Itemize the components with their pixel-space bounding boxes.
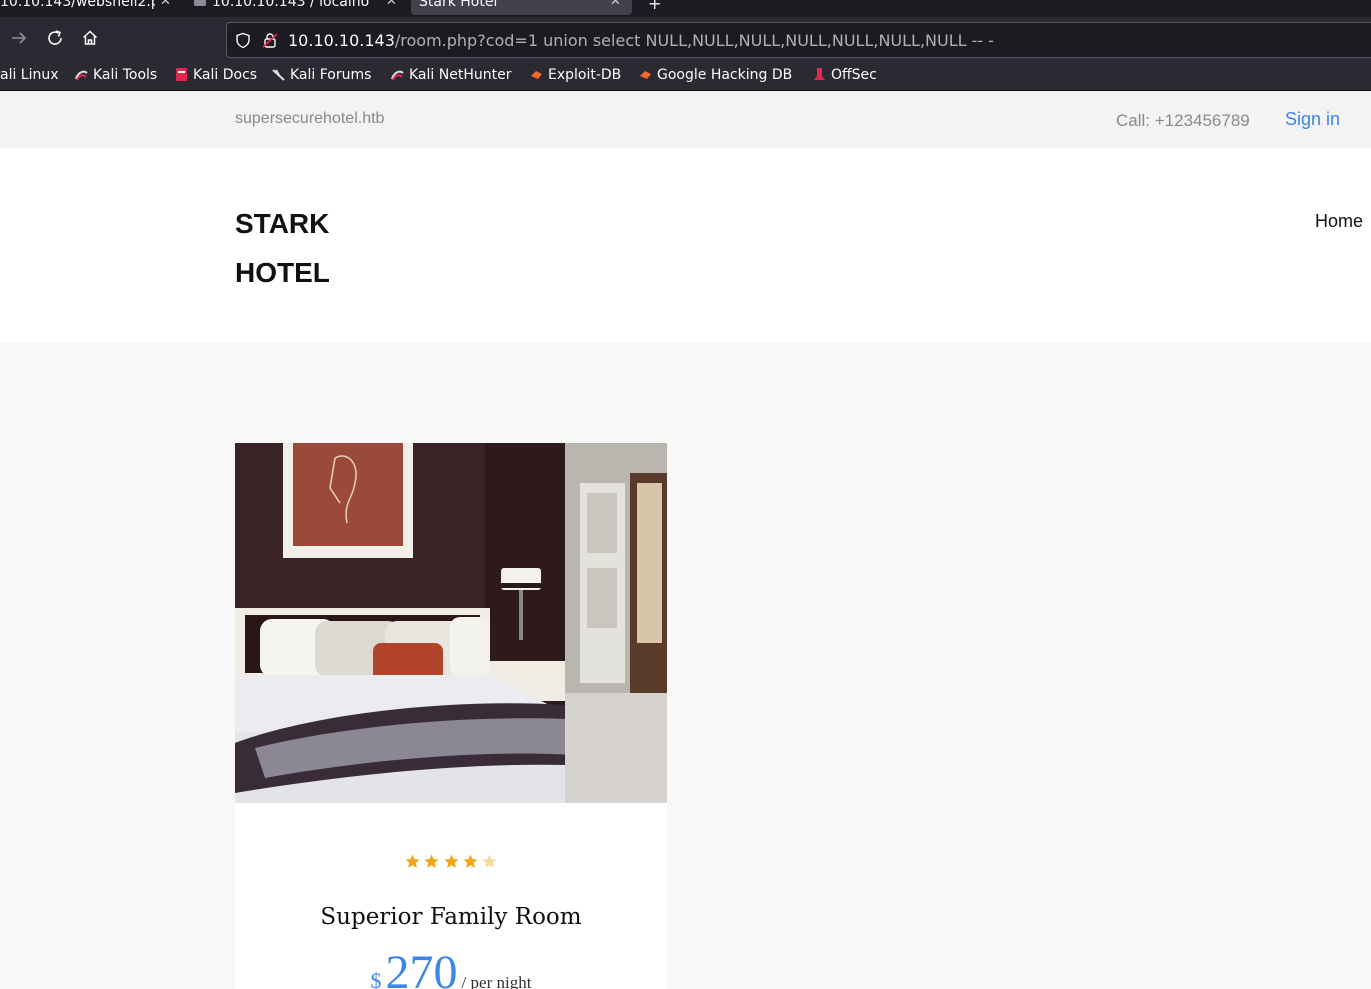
kali-docs-icon [176,68,187,81]
tab-title: 10.10.143/webshell2.p [0,0,155,9]
room-name[interactable]: Superior Family Room [235,904,667,930]
bookmark-google-hacking-db[interactable]: Google Hacking DB [639,67,792,83]
reload-icon[interactable] [44,29,66,51]
kali-icon [391,70,404,81]
tab-title: 10.10.10.143 / localho [212,0,370,9]
close-tab-icon[interactable]: ✕ [386,0,397,9]
browser-tab-bar: 10.10.143/webshell2.p ✕ 10.10.10.143 / l… [0,0,1371,17]
browser-tab-1[interactable]: 10.10.143/webshell2.p ✕ [0,0,180,15]
price-currency: $ [370,968,382,989]
room-photo[interactable] [235,443,667,803]
phpmyadmin-favicon-icon [194,0,206,6]
price-amount: 270 [385,946,458,989]
star-filled-icon [424,854,439,868]
bookmark-kali-forums[interactable]: Kali Forums [272,67,371,83]
price-period: / per night [461,973,532,989]
tracking-protection-shield-icon[interactable] [235,32,251,49]
star-rating [235,853,667,875]
bookmark-label: Exploit-DB [548,67,622,83]
bookmark-kali-tools[interactable]: Kali Tools [75,67,157,83]
new-tab-button[interactable]: + [648,0,661,13]
site-header: STARK HOTEL Home [0,148,1371,342]
exploitdb-icon [531,71,542,79]
forward-icon[interactable] [8,29,30,51]
sign-in-link[interactable]: Sign in [1285,109,1340,130]
bookmark-label: ali Linux [0,67,59,83]
url-path: /room.php?cod=1 union select NULL,NULL,N… [394,31,995,50]
nav-home-link[interactable]: Home [1315,211,1363,232]
bookmark-kali-docs[interactable]: Kali Docs [175,67,257,83]
kali-icon [75,70,88,81]
star-filled-icon [443,854,459,868]
bookmark-kali-linux[interactable]: ali Linux [0,67,59,83]
bookmark-label: Kali Docs [193,67,258,83]
exploitdb-icon [640,71,651,79]
site-domain: supersecurehotel.htb [235,110,385,127]
bookmark-kali-nethunter[interactable]: Kali NetHunter [391,67,511,83]
room-price: $ 270 / per night [235,945,667,989]
star-empty-icon [482,854,497,868]
site-logo[interactable]: STARK HOTEL [235,199,330,297]
tab-title: Stark Hotel [419,0,498,9]
logo-line-2: HOTEL [235,257,330,288]
offsec-icon [814,68,825,80]
bookmark-offsec[interactable]: OffSec [813,67,877,83]
browser-toolbar: 10.10.10.143/room.php?cod=1 union select… [0,17,1371,62]
browser-tab-3-active[interactable]: Stark Hotel ✕ [411,0,632,15]
logo-line-1: STARK [235,208,330,239]
url-host: 10.10.10.143 [288,31,395,50]
close-tab-icon[interactable]: ✕ [610,0,621,9]
address-bar[interactable]: 10.10.10.143/room.php?cod=1 union select… [226,22,1371,58]
home-icon[interactable] [79,29,101,51]
star-filled-icon [405,854,420,868]
kali-forums-icon [272,69,285,81]
bookmark-label: Kali Forums [290,67,372,83]
url-text[interactable]: 10.10.10.143/room.php?cod=1 union select… [288,31,994,50]
bookmark-label: Kali Tools [93,67,158,83]
bookmark-label: Kali NetHunter [409,67,512,83]
bookmarks-toolbar: ali Linux Kali Tools Kali Docs Kali Foru… [0,62,1371,91]
close-tab-icon[interactable]: ✕ [160,0,171,9]
bookmark-label: OffSec [831,67,877,83]
bookmark-label: Google Hacking DB [657,67,793,83]
call-number: Call: +123456789 [1116,111,1250,130]
browser-tab-2[interactable]: 10.10.10.143 / localho ✕ [194,0,399,15]
web-page: supersecurehotel.htb Call: +123456789 Si… [0,91,1371,989]
insecure-lock-icon[interactable] [262,32,278,49]
room-card[interactable]: Superior Family Room $ 270 / per night [235,443,667,989]
site-top-bar: supersecurehotel.htb Call: +123456789 Si… [0,91,1371,148]
star-filled-icon [463,854,478,868]
bookmark-exploit-db[interactable]: Exploit-DB [530,67,621,83]
